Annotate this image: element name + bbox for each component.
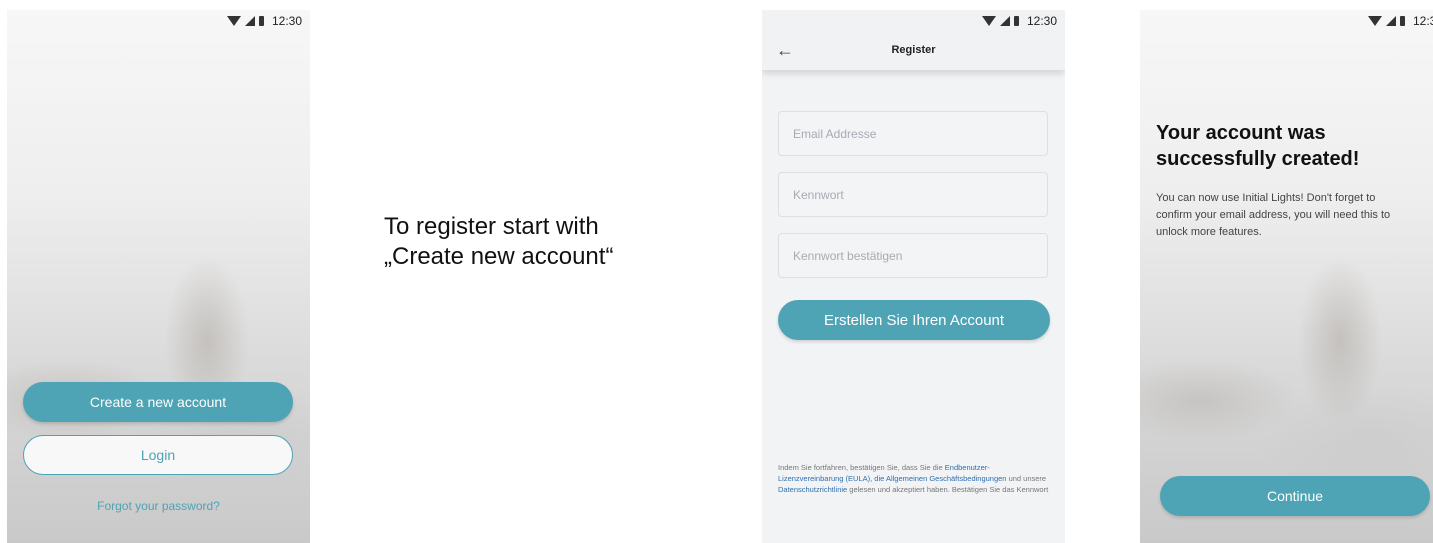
status-time: 12:30 xyxy=(1026,14,1057,28)
welcome-screen: 12:30 Create a new account Login Forgot … xyxy=(7,10,310,543)
terms-text-part: gelesen und akzeptiert haben. Bestätigen… xyxy=(847,485,1049,494)
caption-text: To register start with „Create new accou… xyxy=(384,212,613,272)
caption-line-1: To register start with xyxy=(384,213,599,240)
signal-icon xyxy=(1385,16,1396,26)
status-bar: 12:30 xyxy=(1140,10,1433,32)
terms-text-part: und unsere xyxy=(1006,474,1047,483)
password-field[interactable]: Kennwort xyxy=(778,172,1048,217)
app-bar: ← Register xyxy=(762,32,1065,70)
success-title-line-1: Your account was xyxy=(1156,122,1326,144)
status-time: 12:30 xyxy=(1412,14,1433,28)
wifi-icon xyxy=(1367,16,1382,26)
success-message: You can now use Initial Lights! Don't fo… xyxy=(1156,192,1391,238)
wifi-icon xyxy=(226,16,241,26)
signal-icon xyxy=(999,16,1010,26)
continue-button[interactable]: Continue xyxy=(1160,476,1430,516)
register-screen: 12:30 ← Register Email Addresse Kennwort… xyxy=(762,10,1065,543)
status-bar: 12:30 xyxy=(762,10,1065,32)
success-screen: 12:30 Your account was successfully crea… xyxy=(1140,10,1433,543)
success-title-line-2: successfully created! xyxy=(1156,148,1360,170)
wifi-icon xyxy=(981,16,996,26)
login-button[interactable]: Login xyxy=(23,435,293,475)
caption-line-2: „Create new account“ xyxy=(384,243,614,270)
status-time: 12:30 xyxy=(271,14,302,28)
battery-icon xyxy=(1399,16,1405,26)
terms-text-part: Indem Sie fortfahren, bestätigen Sie, da… xyxy=(778,463,945,472)
create-account-button[interactable]: Create a new account xyxy=(23,382,293,422)
battery-icon xyxy=(258,16,264,26)
terms-text: Indem Sie fortfahren, bestätigen Sie, da… xyxy=(778,462,1050,495)
forgot-password-link[interactable]: Forgot your password? xyxy=(7,499,310,513)
create-account-submit-button[interactable]: Erstellen Sie Ihren Account xyxy=(778,300,1050,340)
battery-icon xyxy=(1013,16,1019,26)
success-title: Your account was successfully created! xyxy=(1156,120,1433,172)
email-field[interactable]: Email Addresse xyxy=(778,111,1048,156)
signal-icon xyxy=(244,16,255,26)
background-image xyxy=(1140,10,1433,543)
confirm-password-field[interactable]: Kennwort bestätigen xyxy=(778,233,1048,278)
privacy-policy-link[interactable]: Datenschutzrichtlinie xyxy=(778,485,847,494)
status-bar: 12:30 xyxy=(7,10,310,32)
page-title: Register xyxy=(891,44,936,56)
